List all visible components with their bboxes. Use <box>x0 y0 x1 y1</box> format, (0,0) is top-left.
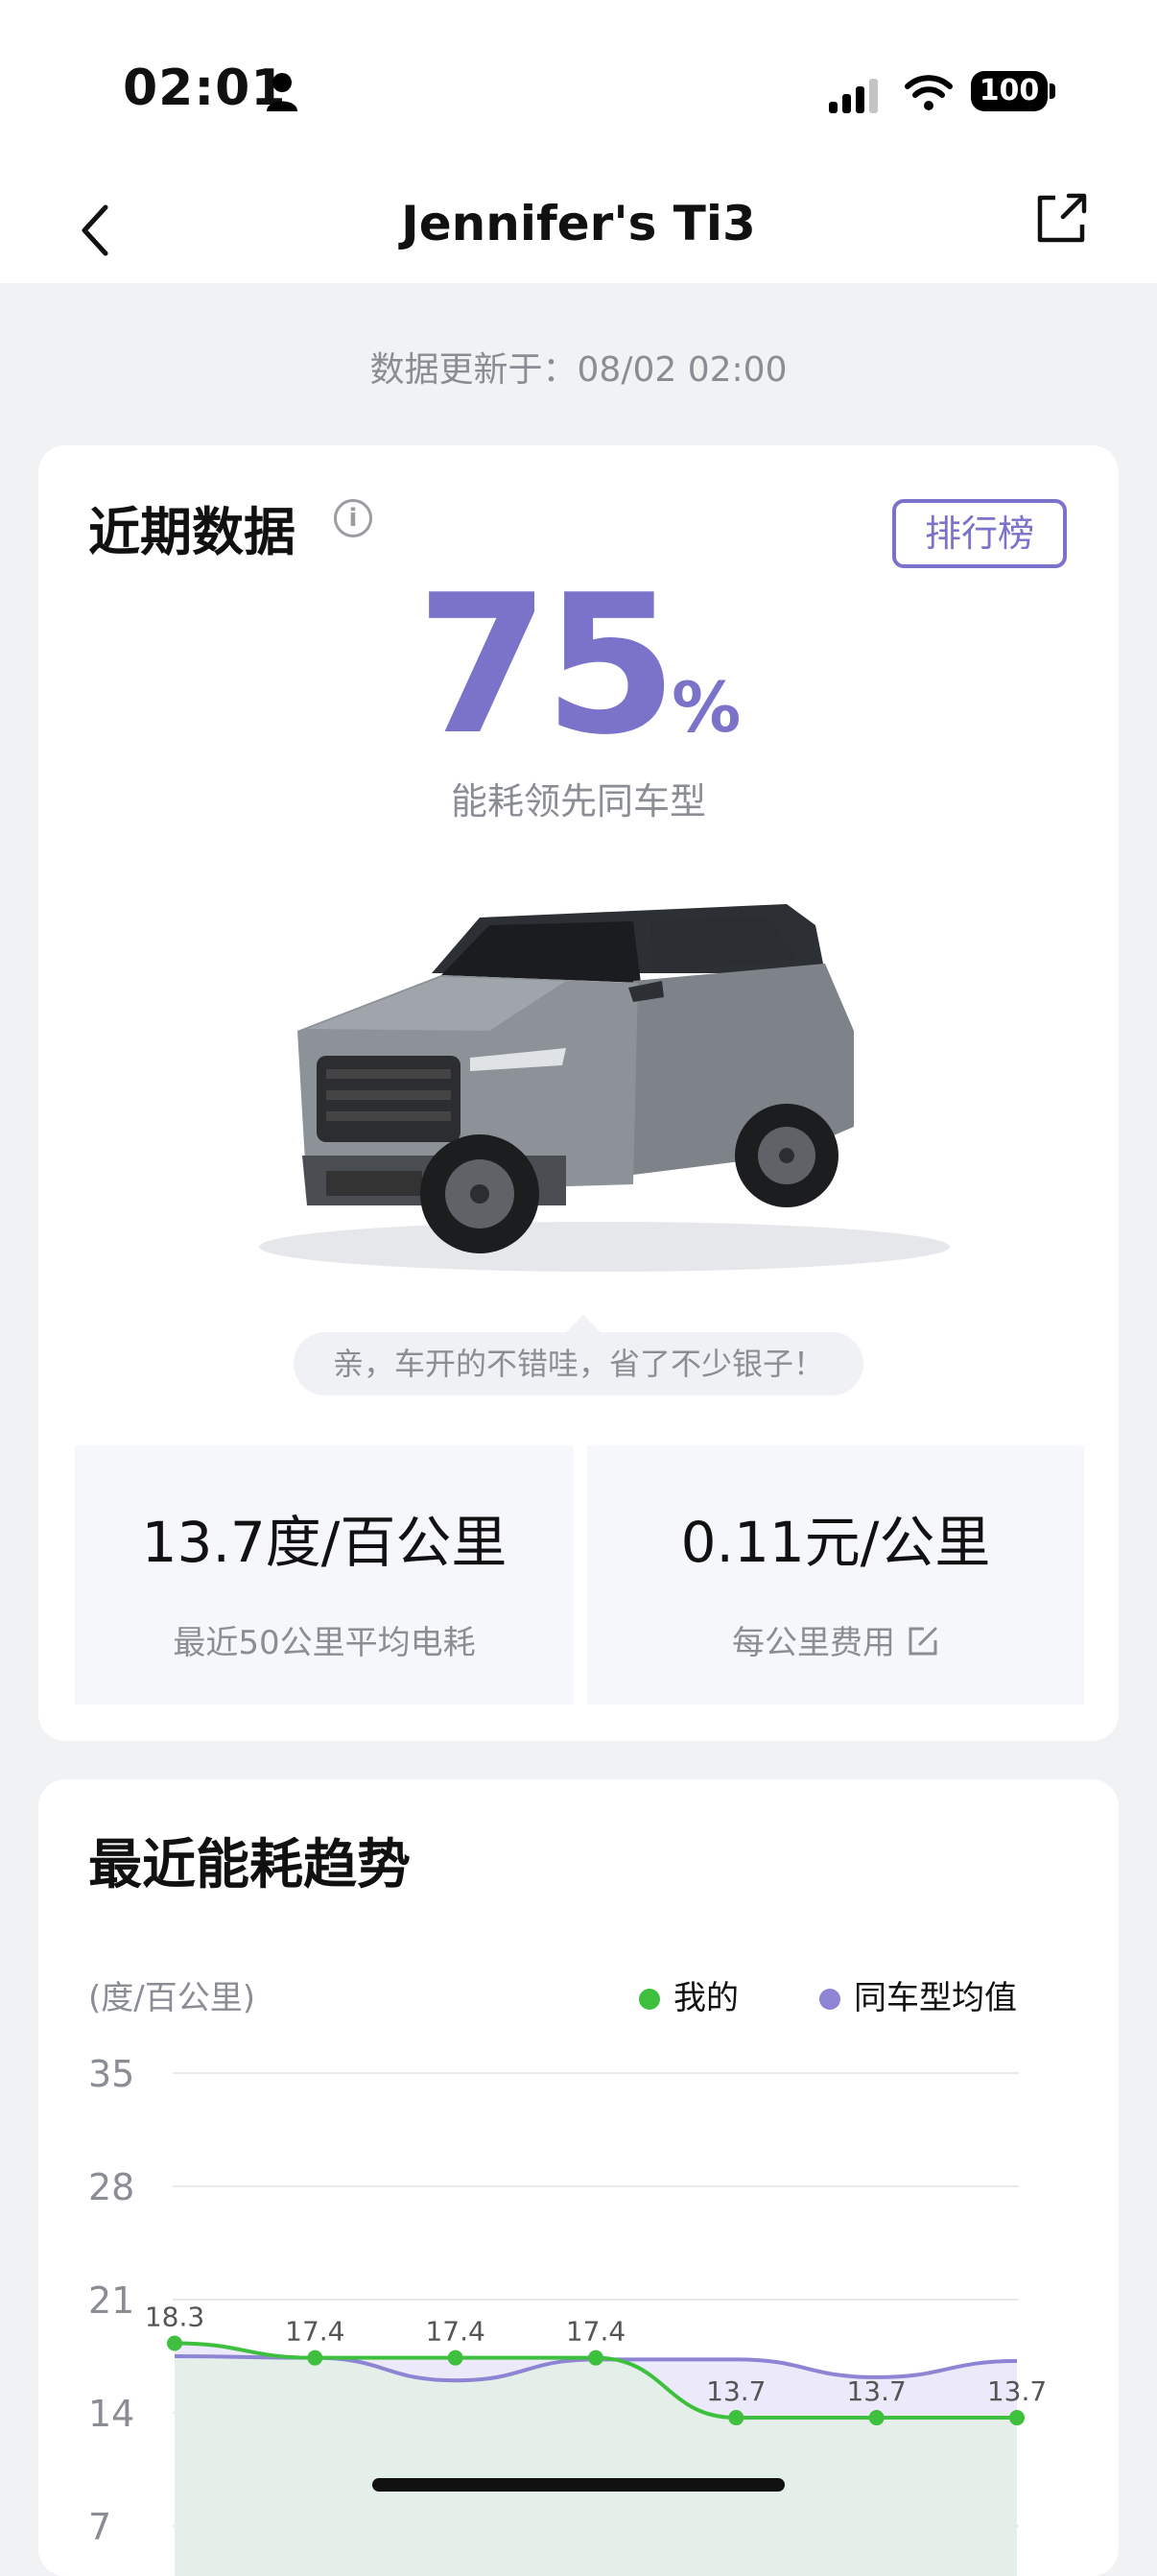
y-tick-label: 7 <box>88 2506 111 2548</box>
percent-value: 75 <box>415 554 677 777</box>
y-tick-label: 21 <box>88 2279 134 2322</box>
cost-per-km-value: 0.11元/公里 <box>680 1510 991 1575</box>
wifi-icon <box>905 75 953 110</box>
status-time: 02:01 <box>123 60 287 117</box>
mine-data-point <box>1009 2410 1025 2426</box>
status-bar: 02:01 100 <box>0 0 1157 173</box>
car-image <box>259 904 950 1272</box>
info-icon[interactable]: i <box>334 499 372 537</box>
praise-bubble: 亲，车开的不错哇，省了不少银子！ <box>294 1332 863 1395</box>
leaderboard-button[interactable]: 排行榜 <box>892 499 1067 568</box>
mine-data-point <box>447 2349 463 2366</box>
battery-level: 100 <box>971 71 1048 111</box>
mine-data-point <box>728 2410 744 2426</box>
avg-consumption-stat: 13.7度/百公里 最近50公里平均电耗 <box>75 1445 574 1705</box>
avg-consumption-value: 13.7度/百公里 <box>141 1510 508 1575</box>
recent-data-card: 近期数据 i 排行榜 75% 能耗领先同车型 亲，车开的不错哇，省了不少银子！ … <box>38 445 1119 1741</box>
mine-data-label: 13.7 <box>706 2375 766 2407</box>
page-title: Jennifer's Ti3 <box>401 196 756 251</box>
y-tick-label: 35 <box>88 2053 134 2095</box>
trend-chart: 35 28 21 14 7 18.3 17.4 17.4 17.4 13.7 13.7 13.7 <box>88 2053 1047 2576</box>
edit-icon[interactable] <box>907 1625 939 1658</box>
y-tick-label: 28 <box>88 2166 134 2208</box>
mine-data-label: 17.4 <box>425 2316 484 2348</box>
percent-label: 能耗领先同车型 <box>450 780 706 823</box>
percent-unit: % <box>672 667 742 748</box>
mine-data-label: 18.3 <box>145 2302 204 2333</box>
mine-data-point <box>868 2410 885 2426</box>
mine-data-point <box>167 2335 182 2351</box>
home-indicator <box>372 2478 785 2492</box>
mine-data-label: 13.7 <box>987 2375 1047 2407</box>
consumption-trend-card: 最近能耗趋势 (度/百公里) 我的 同车型均值 35 28 21 14 7 18.3 17.… <box>38 1779 1119 2576</box>
cost-per-km-stat[interactable]: 0.11元/公里 每公里费用 <box>587 1445 1084 1705</box>
nav-bar: Jennifer's Ti3 <box>0 173 1157 283</box>
mine-data-label: 17.4 <box>285 2316 344 2348</box>
mine-data-label: 13.7 <box>846 2375 906 2407</box>
person-icon <box>267 73 297 111</box>
y-tick-label: 14 <box>88 2393 134 2435</box>
cost-per-km-label-wrap: 每公里费用 <box>587 1616 1084 1663</box>
avg-consumption-label: 最近50公里平均电耗 <box>173 1624 476 1662</box>
signal-icon <box>829 79 878 113</box>
battery-icon: 100 <box>971 71 1057 113</box>
cost-per-km-label: 每公里费用 <box>732 1624 895 1662</box>
mine-data-point <box>307 2349 323 2366</box>
mine-data-label: 17.4 <box>566 2316 626 2348</box>
mine-data-point <box>588 2349 603 2366</box>
efficiency-percent: 75% <box>38 570 1119 762</box>
share-icon[interactable] <box>1032 190 1090 248</box>
data-updated-text: 数据更新于：08/02 02:00 <box>369 350 788 390</box>
recent-data-title: 近期数据 <box>88 502 295 562</box>
